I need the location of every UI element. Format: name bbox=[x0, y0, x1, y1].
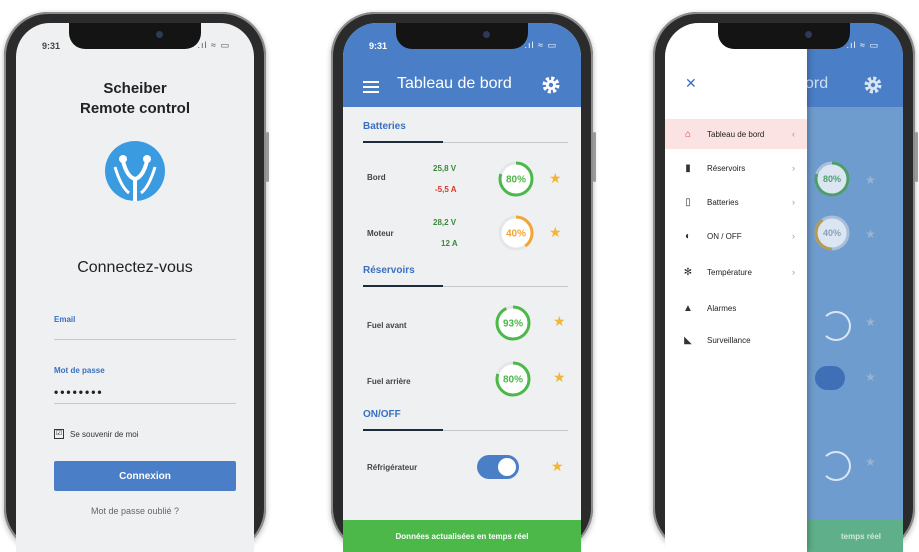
reservoir-gauge: 80% bbox=[495, 361, 531, 397]
battery-current: 12 A bbox=[441, 239, 458, 248]
background-toggle bbox=[815, 366, 845, 390]
favorite-star-icon: ★ bbox=[865, 227, 876, 241]
menu-item[interactable]: ▮ Réservoirs › bbox=[665, 153, 807, 183]
hamburger-icon[interactable] bbox=[363, 81, 379, 93]
remember-label: Se souvenir de moi bbox=[70, 429, 139, 439]
page-title: Tableau de bord bbox=[397, 75, 512, 92]
battery-current: -5,5 A bbox=[435, 185, 457, 194]
favorite-star-icon[interactable]: ★ bbox=[553, 369, 566, 386]
battery-gauge: 80% bbox=[498, 161, 534, 197]
background-title: ord bbox=[805, 75, 829, 92]
favorite-star-icon[interactable]: ★ bbox=[551, 458, 564, 475]
close-icon[interactable]: ✕ bbox=[685, 75, 697, 92]
footer-banner: Données actualisées en temps réel bbox=[343, 520, 581, 552]
status-time: 9:31 bbox=[42, 41, 61, 51]
phone-dashboard: 9:31 .ıl ≈ ▭ Tableau de bord Batteries B… bbox=[331, 12, 596, 552]
login-button[interactable]: Connexion bbox=[54, 461, 236, 491]
toggle-icon: ◐ bbox=[684, 230, 692, 242]
chevron-left-icon: ‹ bbox=[792, 129, 795, 139]
status-icons: .ıl ≈ ▭ bbox=[197, 40, 230, 50]
email-label: Email bbox=[54, 315, 76, 324]
chevron-right-icon: › bbox=[792, 267, 795, 277]
password-field[interactable]: •••••••• bbox=[54, 385, 104, 399]
remember-checkbox[interactable]: ☑ bbox=[54, 429, 64, 439]
menu-item-label: Surveillance bbox=[707, 335, 751, 345]
status-icons: .ıl ≈ ▭ bbox=[846, 40, 879, 50]
warning-icon: ▲ bbox=[683, 302, 693, 314]
fridge-toggle[interactable] bbox=[477, 455, 519, 479]
battery-label: Bord bbox=[367, 173, 386, 182]
menu-item-label: Réservoirs bbox=[707, 163, 746, 173]
gauge-percent: 80% bbox=[506, 175, 526, 186]
phone-menu: .ıl ≈ ▭ ord 80% 40% ★ ★ ★ ★ ★ temps réel… bbox=[653, 12, 918, 552]
gear-icon[interactable] bbox=[541, 75, 561, 95]
app-title: Scheiber Remote control bbox=[79, 80, 190, 117]
gauge-percent: 93% bbox=[503, 319, 523, 330]
status-time: 9:31 bbox=[369, 41, 388, 51]
menu-item-label: Température bbox=[707, 267, 752, 277]
menu-item[interactable]: ⌂ Tableau de bord ‹ bbox=[665, 119, 807, 149]
chevron-right-icon: › bbox=[792, 163, 795, 173]
menu-item-label: Alarmes bbox=[707, 303, 737, 313]
password-underline bbox=[54, 403, 236, 404]
favorite-star-icon: ★ bbox=[865, 173, 876, 187]
reservoir-gauge: 93% bbox=[495, 305, 531, 341]
battery-gauge: 40% bbox=[498, 215, 534, 251]
chevron-right-icon: › bbox=[792, 231, 795, 241]
email-field[interactable] bbox=[54, 339, 236, 340]
password-label: Mot de passe bbox=[54, 366, 105, 375]
svg-text:40%: 40% bbox=[823, 228, 841, 238]
favorite-star-icon: ★ bbox=[865, 370, 876, 384]
navigation-drawer: ✕ ⌂ Tableau de bord ‹ ▮ Réservoirs › ▯ Batterie… bbox=[665, 23, 807, 552]
favorite-star-icon: ★ bbox=[865, 455, 876, 469]
menu-item[interactable]: ◣ Surveillance bbox=[665, 325, 807, 355]
gear-icon bbox=[864, 76, 882, 94]
favorite-star-icon: ★ bbox=[865, 315, 876, 329]
favorite-star-icon[interactable]: ★ bbox=[553, 313, 566, 330]
gauge-percent: 80% bbox=[503, 375, 523, 386]
menu-screen: .ıl ≈ ▭ ord 80% 40% ★ ★ ★ ★ ★ temps réel… bbox=[665, 23, 903, 552]
battery-icon: ▯ bbox=[685, 196, 691, 208]
section-reservoirs: Réservoirs bbox=[363, 265, 415, 276]
background-gauge bbox=[821, 311, 851, 341]
background-gauge: 80% bbox=[814, 161, 850, 197]
gauge-percent: 40% bbox=[506, 229, 526, 240]
favorite-star-icon[interactable]: ★ bbox=[549, 224, 562, 241]
menu-item-label: Batteries bbox=[707, 197, 739, 207]
login-screen: 9:31 .ıl ≈ ▭ Scheiber Remote control Con… bbox=[16, 23, 254, 552]
section-batteries: Batteries bbox=[363, 121, 406, 132]
reservoir-label: Fuel avant bbox=[367, 321, 407, 330]
camera-icon: ◣ bbox=[684, 334, 692, 346]
home-icon: ⌂ bbox=[684, 128, 692, 140]
favorite-star-icon[interactable]: ★ bbox=[549, 170, 562, 187]
menu-item-label: ON / OFF bbox=[707, 231, 742, 241]
battery-voltage: 28,2 V bbox=[433, 218, 457, 227]
switch-label: Réfrigérateur bbox=[367, 463, 418, 472]
menu-item-label: Tableau de bord bbox=[707, 129, 765, 139]
section-onoff: ON/OFF bbox=[363, 409, 401, 420]
menu-item[interactable]: ◐ ON / OFF › bbox=[665, 221, 807, 251]
battery-label: Moteur bbox=[367, 229, 394, 238]
chevron-right-icon: › bbox=[792, 197, 795, 207]
dashboard-screen: 9:31 .ıl ≈ ▭ Tableau de bord Batteries B… bbox=[343, 23, 581, 552]
login-heading: Connectez-vous bbox=[77, 259, 193, 276]
menu-item[interactable]: ▯ Batteries › bbox=[665, 187, 807, 217]
background-gauge: 40% bbox=[814, 215, 850, 251]
forgot-password-link[interactable]: Mot de passe oublié ? bbox=[16, 506, 254, 516]
phone-login: 9:31 .ıl ≈ ▭ Scheiber Remote control Con… bbox=[4, 12, 269, 552]
menu-item[interactable]: ✻ Température › bbox=[665, 257, 807, 287]
menu-item[interactable]: ▲ Alarmes bbox=[665, 293, 807, 323]
tank-icon: ▮ bbox=[685, 162, 691, 174]
svg-text:80%: 80% bbox=[823, 174, 841, 184]
background-gauge bbox=[821, 451, 851, 481]
app-logo bbox=[105, 141, 165, 201]
status-icons: .ıl ≈ ▭ bbox=[524, 40, 557, 50]
battery-voltage: 25,8 V bbox=[433, 164, 457, 173]
remember-me[interactable]: ☑ Se souvenir de moi bbox=[54, 429, 138, 439]
snowflake-icon: ✻ bbox=[683, 266, 693, 278]
reservoir-label: Fuel arrière bbox=[367, 377, 411, 386]
